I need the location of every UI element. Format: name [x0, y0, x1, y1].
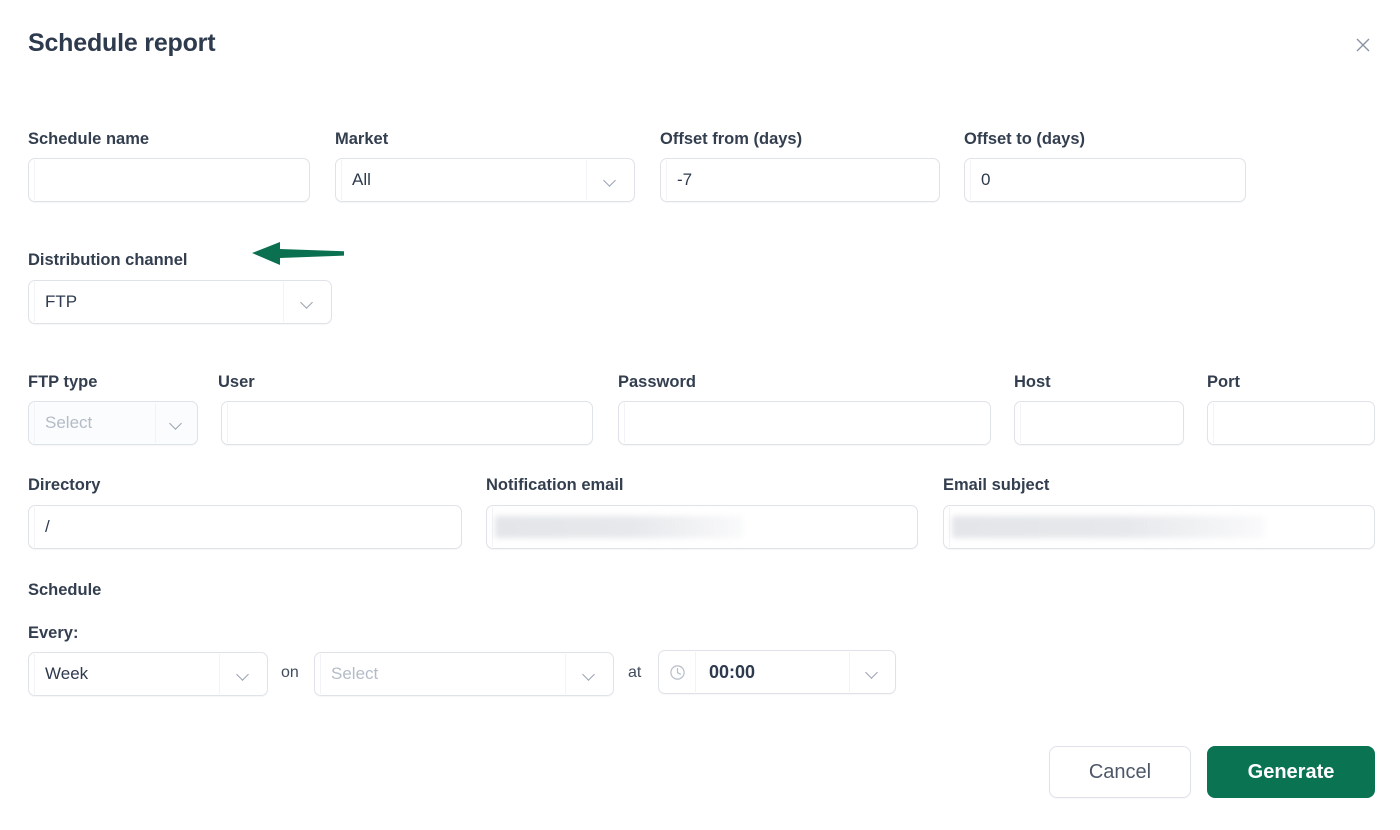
chevron-down-icon[interactable] [849, 652, 895, 692]
field-inner-edge [619, 403, 625, 443]
at-word: at [628, 664, 642, 681]
chevron-down-icon[interactable] [219, 654, 267, 694]
redacted-value [495, 516, 743, 538]
chevron-down-icon[interactable] [565, 654, 613, 694]
clock-icon [660, 652, 696, 692]
schedule-interval-value: Week [45, 664, 89, 683]
every-label: Every: [28, 624, 79, 642]
offset-to-value: 0 [981, 170, 991, 189]
generate-button[interactable]: Generate [1207, 746, 1375, 798]
field-inner-edge [944, 507, 950, 547]
close-icon[interactable] [1348, 30, 1378, 60]
offset-to-input[interactable]: 0 [964, 158, 1246, 202]
schedule-name-label: Schedule name [28, 130, 150, 148]
market-value: All [352, 170, 371, 189]
distribution-channel-select[interactable]: FTP [28, 280, 332, 324]
password-label: Password [618, 373, 696, 391]
chevron-down-icon[interactable] [155, 403, 197, 443]
directory-label: Directory [28, 476, 101, 494]
host-input[interactable] [1014, 401, 1184, 445]
ftp-type-label: FTP type [28, 373, 98, 391]
notification-email-label: Notification email [486, 476, 624, 494]
password-input[interactable] [618, 401, 991, 445]
annotation-arrow-icon [250, 239, 346, 267]
schedule-name-input[interactable] [28, 158, 310, 202]
email-subject-input[interactable] [943, 505, 1375, 549]
field-inner-edge [1208, 403, 1214, 443]
directory-input[interactable]: / [28, 505, 462, 549]
ftp-type-value: Select [45, 413, 93, 432]
market-select[interactable]: All [335, 158, 635, 202]
field-inner-edge [1015, 403, 1021, 443]
ftp-type-select[interactable]: Select [28, 401, 198, 445]
on-word: on [281, 664, 299, 681]
field-inner-edge [29, 160, 35, 200]
chevron-down-icon[interactable] [586, 160, 634, 200]
distribution-channel-label: Distribution channel [28, 251, 188, 269]
redacted-value [952, 516, 1264, 538]
page-title: Schedule report [28, 29, 216, 57]
schedule-day-value: Select [331, 664, 379, 683]
offset-from-label: Offset from (days) [660, 130, 803, 148]
market-label: Market [335, 130, 389, 148]
schedule-interval-select[interactable]: Week [28, 652, 268, 696]
field-inner-edge [487, 507, 493, 547]
user-input[interactable] [221, 401, 593, 445]
cancel-button[interactable]: Cancel [1049, 746, 1191, 798]
port-label: Port [1207, 373, 1240, 391]
offset-from-value: -7 [677, 170, 693, 189]
directory-value: / [45, 517, 50, 536]
schedule-time-select[interactable]: 00:00 [658, 650, 896, 694]
schedule-day-select[interactable]: Select [314, 652, 614, 696]
notification-email-input[interactable] [486, 505, 918, 549]
port-input[interactable] [1207, 401, 1375, 445]
offset-from-input[interactable]: -7 [660, 158, 940, 202]
host-label: Host [1014, 373, 1051, 391]
schedule-section-label: Schedule [28, 581, 102, 599]
user-label: User [218, 373, 255, 391]
chevron-down-icon[interactable] [283, 282, 331, 322]
distribution-channel-value: FTP [45, 292, 78, 311]
offset-to-label: Offset to (days) [964, 130, 1086, 148]
email-subject-label: Email subject [943, 476, 1050, 494]
field-inner-edge [222, 403, 228, 443]
